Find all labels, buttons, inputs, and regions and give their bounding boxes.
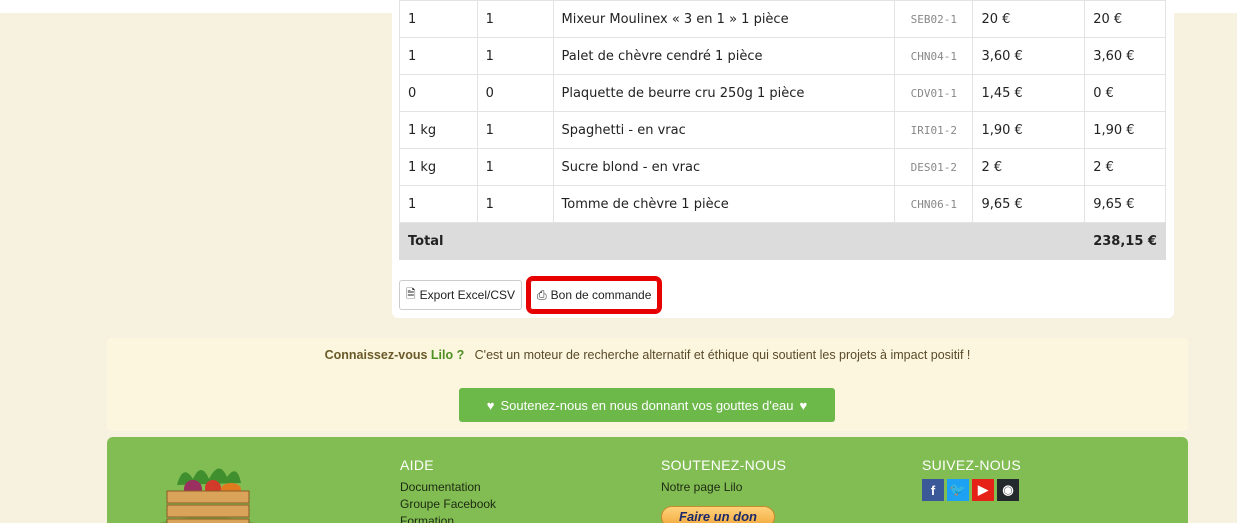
cell-product: Sucre blond - en vrac bbox=[552, 148, 896, 186]
cell-product: Palet de chèvre cendré 1 pièce bbox=[552, 37, 896, 75]
vegetable-crate-logo bbox=[159, 468, 255, 523]
social-links: f 🐦 ▶ ◉ bbox=[922, 479, 1021, 501]
cell-unit-price: 3,60 € bbox=[972, 37, 1086, 75]
action-buttons: 🗎 Export Excel/CSV ⎙ Bon de commande bbox=[399, 276, 663, 314]
file-excel-icon: 🗎 bbox=[406, 286, 416, 301]
cell-total: 2 € bbox=[1084, 148, 1166, 186]
cell-received: 1 bbox=[476, 37, 554, 75]
table-row: 1 1 Tomme de chèvre 1 pièce CHN06-1 9,65 €9,… bbox=[399, 185, 1166, 223]
cell-received: 1 bbox=[476, 111, 554, 149]
cell-product: Mixeur Moulinex « 3 en 1 » 1 pièce bbox=[552, 0, 896, 38]
cell-total: 20 € bbox=[1084, 0, 1166, 38]
cell-qty: 1 kg bbox=[399, 111, 478, 149]
lilo-text: Connaissez-vous Lilo ? C'est un moteur d… bbox=[107, 348, 1188, 362]
support-lilo-label: Soutenez-nous en nous donnant vos goutte… bbox=[500, 397, 794, 413]
table-row: 1 kg 1 Sucre blond - en vrac DES01-2 2 €2 € bbox=[399, 148, 1166, 186]
help-link-facebook-group[interactable]: Groupe Facebook bbox=[400, 496, 496, 513]
cell-unit-price: 20 € bbox=[972, 0, 1086, 38]
help-column: AIDE Documentation Groupe Facebook Forma… bbox=[400, 457, 496, 523]
cell-received: 1 bbox=[476, 148, 554, 186]
cell-code: CHN04-1 bbox=[894, 37, 974, 75]
cell-qty: 1 bbox=[399, 0, 478, 38]
cell-qty: 1 bbox=[399, 185, 478, 223]
lilo-prefix: Connaissez-vous bbox=[324, 348, 428, 362]
twitter-icon[interactable]: 🐦 bbox=[947, 479, 969, 501]
cell-product: Tomme de chèvre 1 pièce bbox=[552, 185, 896, 223]
cell-unit-price: 2 € bbox=[972, 148, 1086, 186]
total-value: 238,15 € bbox=[1084, 222, 1166, 260]
cell-unit-price: 9,65 € bbox=[972, 185, 1086, 223]
cell-unit-price: 1,90 € bbox=[972, 111, 1086, 149]
follow-title: SUIVEZ-NOUS bbox=[922, 457, 1021, 473]
cell-received: 1 bbox=[476, 0, 554, 38]
cell-code: SEB02-1 bbox=[894, 0, 974, 38]
lilo-link[interactable]: Lilo ? bbox=[431, 348, 464, 362]
support-lilo-button[interactable]: ♥ Soutenez-nous en nous donnant vos gout… bbox=[459, 388, 835, 422]
cell-code: DES01-2 bbox=[894, 148, 974, 186]
help-link-training[interactable]: Formation bbox=[400, 513, 496, 523]
lilo-page-link[interactable]: Notre page Lilo bbox=[661, 479, 786, 496]
cell-total: 0 € bbox=[1084, 74, 1166, 112]
facebook-icon[interactable]: f bbox=[922, 479, 944, 501]
lilo-banner: Connaissez-vous Lilo ? C'est un moteur d… bbox=[107, 338, 1188, 431]
print-icon: ⎙ bbox=[537, 287, 547, 302]
table-row: 0 0 Plaquette de beurre cru 250g 1 pièce CD… bbox=[399, 74, 1166, 112]
lilo-description: C'est un moteur de recherche alternatif … bbox=[474, 348, 971, 362]
cell-qty: 1 kg bbox=[399, 148, 478, 186]
cell-total: 3,60 € bbox=[1084, 37, 1166, 75]
cell-code: IRI01-2 bbox=[894, 111, 974, 149]
cell-received: 0 bbox=[476, 74, 554, 112]
cell-total: 1,90 € bbox=[1084, 111, 1166, 149]
table-row: 1 1 Mixeur Moulinex « 3 en 1 » 1 pièce SEB0… bbox=[399, 0, 1166, 38]
total-row: Total 238,15 € bbox=[398, 222, 1166, 260]
support-title: SOUTENEZ-NOUS bbox=[661, 457, 787, 473]
help-title: AIDE bbox=[400, 457, 434, 473]
help-link-documentation[interactable]: Documentation bbox=[400, 479, 496, 496]
total-label: Total bbox=[398, 222, 1086, 260]
cell-total: 9,65 € bbox=[1084, 185, 1166, 223]
cell-code: CDV01-1 bbox=[894, 74, 974, 112]
support-column: SOUTENEZ-NOUS Notre page Lilo Faire un d… bbox=[661, 457, 786, 523]
cell-code: CHN06-1 bbox=[894, 185, 974, 223]
cell-received: 1 bbox=[476, 185, 554, 223]
github-icon[interactable]: ◉ bbox=[997, 479, 1019, 501]
export-csv-label: Export Excel/CSV bbox=[419, 288, 516, 302]
heart-icon: ♥ bbox=[799, 397, 808, 413]
export-csv-button[interactable]: 🗎 Export Excel/CSV bbox=[399, 280, 523, 310]
table-row: 1 kg 1 Spaghetti - en vrac IRI01-2 1,90 €1,9… bbox=[399, 111, 1166, 149]
order-form-button[interactable]: ⎙ Bon de commande bbox=[526, 276, 663, 314]
cell-unit-price: 1,45 € bbox=[972, 74, 1086, 112]
donate-button[interactable]: Faire un don bbox=[661, 506, 775, 523]
cell-product: Spaghetti - en vrac bbox=[552, 111, 896, 149]
cell-product: Plaquette de beurre cru 250g 1 pièce bbox=[552, 74, 896, 112]
cell-qty: 1 bbox=[399, 37, 478, 75]
cell-qty: 0 bbox=[399, 74, 478, 112]
order-card: 1 1 Mixeur Moulinex « 3 en 1 » 1 pièce SEB0… bbox=[392, 0, 1174, 318]
order-table: 1 1 Mixeur Moulinex « 3 en 1 » 1 pièce SEB0… bbox=[398, 0, 1166, 260]
follow-column: SUIVEZ-NOUS f 🐦 ▶ ◉ bbox=[922, 457, 1021, 501]
youtube-icon[interactable]: ▶ bbox=[972, 479, 994, 501]
table-row: 1 1 Palet de chèvre cendré 1 pièce CHN04-1 3… bbox=[399, 37, 1166, 75]
heart-icon: ♥ bbox=[486, 397, 495, 413]
footer: AIDE Documentation Groupe Facebook Forma… bbox=[107, 437, 1188, 523]
order-form-label: Bon de commande bbox=[550, 288, 652, 302]
